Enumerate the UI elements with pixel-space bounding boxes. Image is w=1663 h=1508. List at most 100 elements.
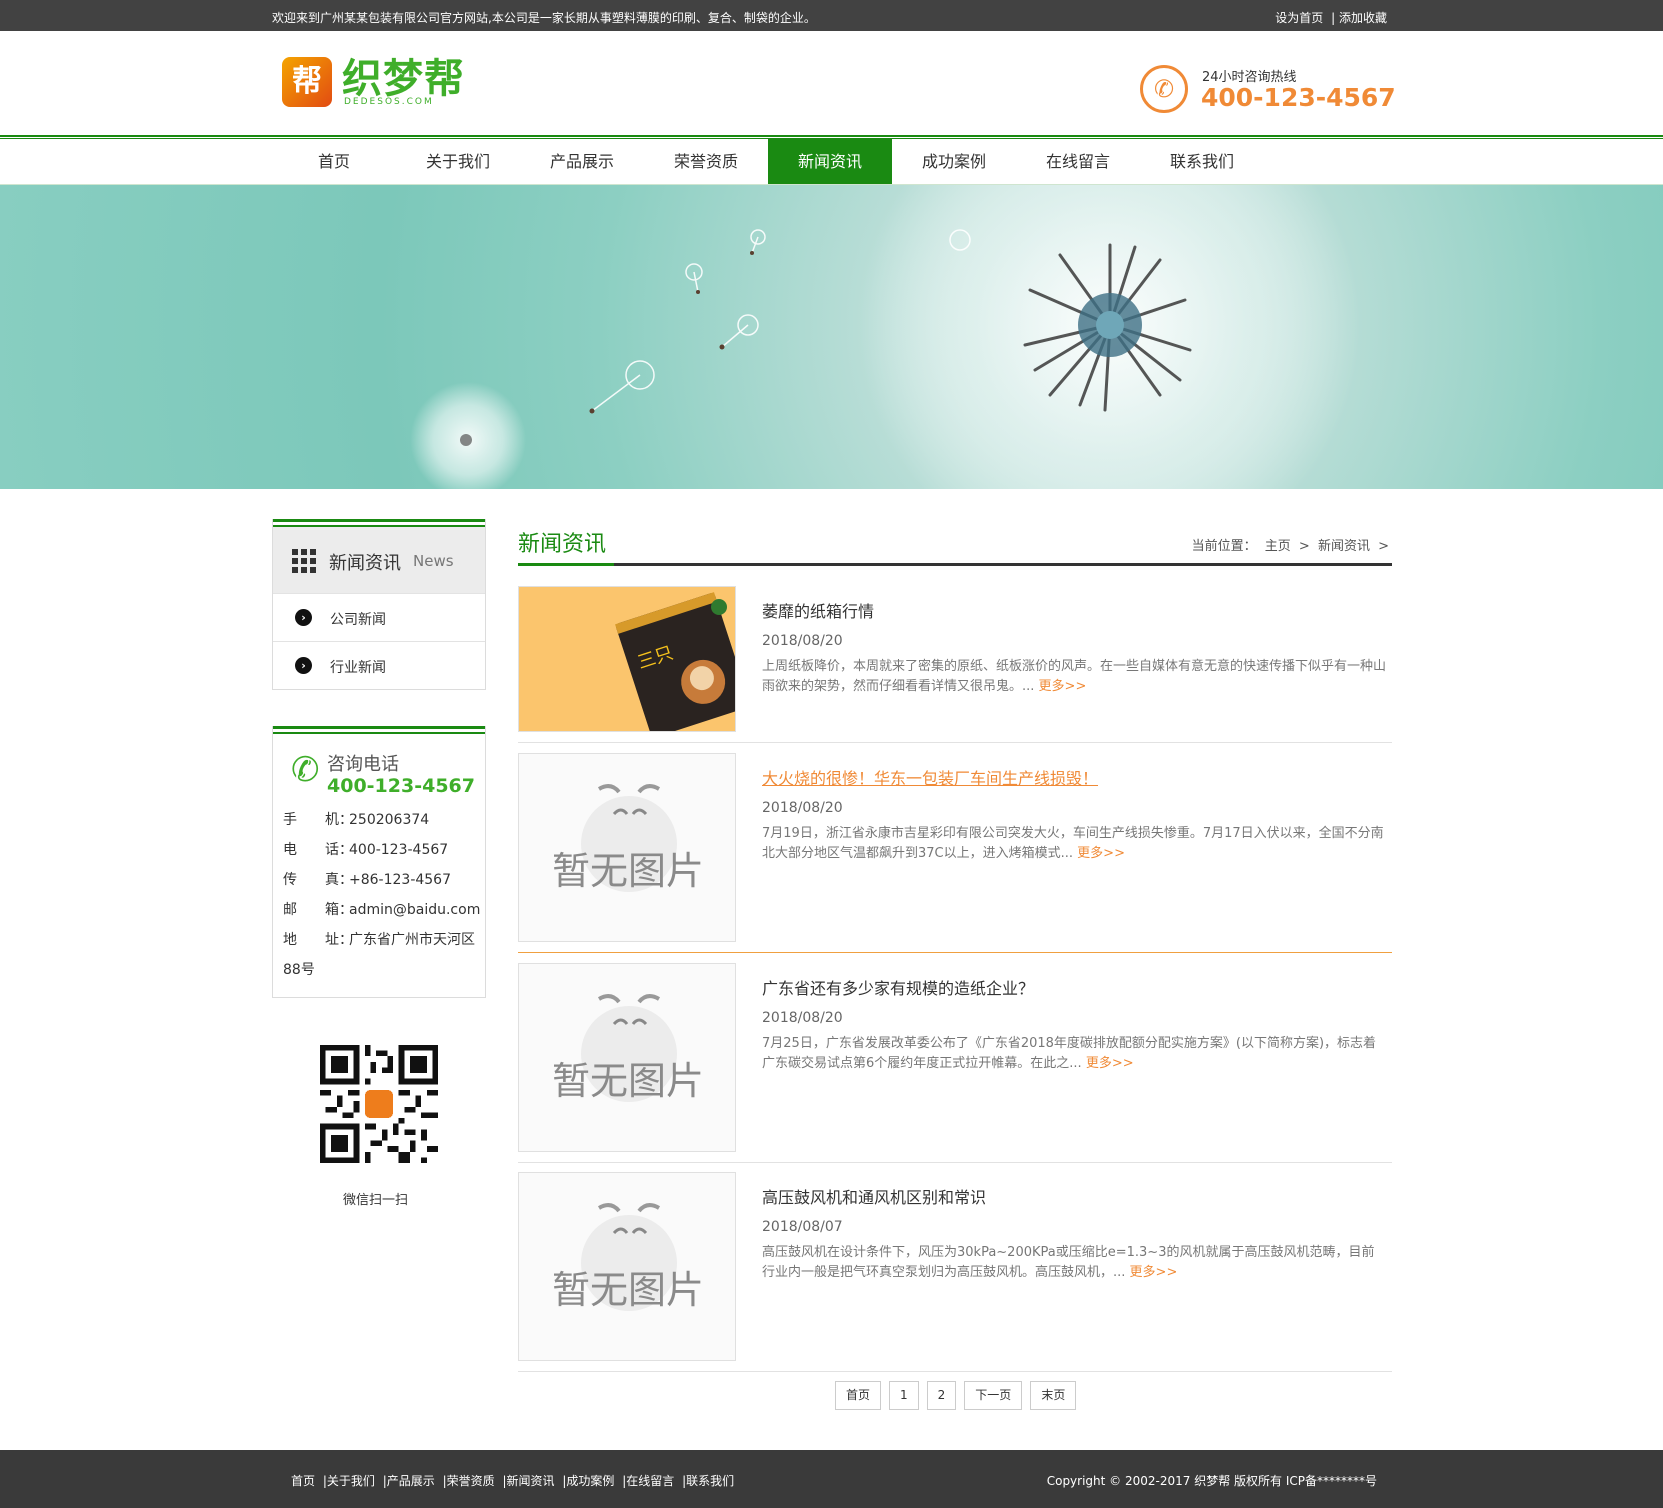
page-2-button[interactable]: 2 <box>926 1381 957 1410</box>
nav-item-cases[interactable]: 成功案例 <box>892 139 1016 185</box>
footer-link-cases[interactable]: |成功案例 <box>562 1474 614 1488</box>
news-more-link[interactable]: 更多>> <box>1086 1056 1134 1071</box>
top-links-separator: | <box>1331 11 1336 25</box>
page-first-button[interactable]: 首页 <box>835 1381 882 1410</box>
news-summary: 上周纸板降价，本周就来了密集的原纸、纸板涨价的风声。在一些自媒体有意无意的快速传… <box>762 659 1387 694</box>
contact-title: 咨询电话 <box>327 754 399 775</box>
news-title[interactable]: 广东省还有多少家有规模的造纸企业？ <box>762 975 1034 999</box>
news-date: 2018/08/20 <box>762 633 843 649</box>
news-date: 2018/08/20 <box>762 800 843 816</box>
contact-box: ✆ 咨询电话 400-123-4567 手 机：250206374 电 话：40… <box>272 726 486 998</box>
nav-top-border <box>0 135 1663 137</box>
pagination: 首页 1 2 下一页 末页 <box>835 1381 1084 1410</box>
hero-banner <box>0 185 1663 489</box>
footer-links: 首页 |关于我们 |产品展示 |荣誉资质 |新闻资讯 |成功案例 |在线留言 |… <box>291 1472 738 1489</box>
page-title: 新闻资讯 <box>518 532 607 557</box>
phone-icon: ✆ <box>291 750 320 790</box>
news-summary: 7月19日，浙江省永康市吉星彩印有限公司突发大火，车间生产线损失惨重。7月17日… <box>762 826 1384 861</box>
sidebar-item-label: 公司新闻 <box>330 612 386 628</box>
grid-icon <box>292 549 316 573</box>
news-item: 暂无图片 大火烧的很惨！华东一包装厂车间生产线损毁！ 2018/08/20 7月… <box>518 753 1392 953</box>
svg-text:暂无图片: 暂无图片 <box>552 1059 704 1103</box>
contact-number: 400-123-4567 <box>327 775 475 797</box>
phone-icon: ✆ <box>1140 65 1188 113</box>
svg-text:暂无图片: 暂无图片 <box>552 849 704 893</box>
footer-link-home[interactable]: 首页 <box>291 1474 315 1488</box>
nav-item-honors[interactable]: 荣誉资质 <box>644 139 768 185</box>
breadcrumb-news[interactable]: 新闻资讯 <box>1318 539 1370 554</box>
snack-package-image: 三只 <box>519 587 735 731</box>
page-1-button[interactable]: 1 <box>889 1381 919 1410</box>
title-underline <box>518 563 1392 566</box>
news-more-link[interactable]: 更多>> <box>1039 679 1087 694</box>
qr-caption: 微信扫一扫 <box>343 1193 409 1208</box>
category-box-top-border <box>273 519 485 527</box>
no-image-placeholder: 暂无图片 <box>519 1173 735 1360</box>
breadcrumb-separator: > <box>1298 539 1310 554</box>
breadcrumb-home[interactable]: 主页 <box>1265 539 1291 554</box>
footer-link-news[interactable]: |新闻资讯 <box>502 1474 554 1488</box>
news-title[interactable]: 萎靡的纸箱行情 <box>762 598 874 622</box>
contact-header: ✆ 咨询电话 400-123-4567 <box>273 734 485 809</box>
news-category-box: 新闻资讯 News › 公司新闻 › 行业新闻 <box>272 519 486 690</box>
set-home-link[interactable]: 设为首页 <box>1275 11 1323 25</box>
news-thumbnail-placeholder[interactable]: 暂无图片 <box>518 1172 736 1361</box>
nav-item-news[interactable]: 新闻资讯 <box>768 139 892 185</box>
news-thumbnail[interactable]: 三只 <box>518 586 736 732</box>
news-date: 2018/08/20 <box>762 1010 843 1026</box>
wechat-qr-code <box>320 1045 438 1163</box>
top-links: 设为首页 | 添加收藏 <box>1275 9 1387 26</box>
svg-text:暂无图片: 暂无图片 <box>552 1268 704 1312</box>
nav-item-contact[interactable]: 联系我们 <box>1140 139 1264 185</box>
top-bar: 欢迎来到广州某某包装有限公司官方网站,本公司是一家长期从事塑料薄膜的印刷、复合、… <box>0 0 1663 31</box>
news-title[interactable]: 大火烧的很惨！华东一包装厂车间生产线损毁！ <box>762 765 1098 789</box>
news-thumbnail-placeholder[interactable]: 暂无图片 <box>518 753 736 942</box>
breadcrumb-label: 当前位置： <box>1191 539 1257 554</box>
news-summary: 7月25日，广东省发展改革委公布了《广东省2018年度碳排放配额分配实施方案》(… <box>762 1036 1377 1071</box>
contact-address: 地 址：广东省广州市天河区 <box>283 932 475 948</box>
chevron-right-icon: › <box>295 657 312 674</box>
contact-address-cont: 88号 <box>283 962 315 978</box>
news-summary: 高压鼓风机在设计条件下，风压为30kPa~200KPa或压缩比e=1.3~3的风… <box>762 1245 1375 1280</box>
no-image-placeholder: 暂无图片 <box>519 754 735 941</box>
hotline: ✆ 24小时咨询热线 400-123-4567 <box>1140 63 1396 115</box>
category-title: 新闻资讯 <box>329 553 401 574</box>
news-item: 三只 萎靡的纸箱行情 2018/08/20 上周纸板降价，本周就来了密集的原纸、… <box>518 586 1392 743</box>
footer-link-products[interactable]: |产品展示 <box>383 1474 435 1488</box>
breadcrumb-separator: > <box>1378 539 1389 554</box>
add-favorite-link[interactable]: 添加收藏 <box>1339 11 1387 25</box>
logo-mark: 帮 <box>282 57 332 107</box>
sidebar-item-company-news[interactable]: › 公司新闻 <box>273 593 485 641</box>
page-last-button[interactable]: 末页 <box>1030 1381 1077 1410</box>
footer-link-honors[interactable]: |荣誉资质 <box>443 1474 495 1488</box>
breadcrumb: 当前位置： 主页 > 新闻资讯 > <box>1192 535 1389 554</box>
logo-subtext: DEDESOS.COM <box>344 97 434 107</box>
footer-link-contact[interactable]: |联系我们 <box>682 1474 734 1488</box>
welcome-text: 欢迎来到广州某某包装有限公司官方网站,本公司是一家长期从事塑料薄膜的印刷、复合、… <box>272 11 816 25</box>
category-header: 新闻资讯 News <box>273 527 485 593</box>
site-logo[interactable]: 帮 织梦帮 DEDESOS.COM <box>282 57 464 107</box>
contact-phone: 电 话：400-123-4567 <box>283 842 449 858</box>
nav-item-home[interactable]: 首页 <box>272 139 396 185</box>
page-next-button[interactable]: 下一页 <box>964 1381 1023 1410</box>
news-more-link[interactable]: 更多>> <box>1077 846 1125 861</box>
footer-link-message[interactable]: |在线留言 <box>622 1474 674 1488</box>
news-date: 2018/08/07 <box>762 1219 843 1235</box>
sidebar-item-label: 行业新闻 <box>330 660 386 676</box>
footer-link-about[interactable]: |关于我们 <box>323 1474 375 1488</box>
copyright: Copyright © 2002-2017 织梦帮 版权所有 ICP备*****… <box>1046 1474 1377 1488</box>
nav-item-products[interactable]: 产品展示 <box>520 139 644 185</box>
news-item: 暂无图片 高压鼓风机和通风机区别和常识 2018/08/07 高压鼓风机在设计条… <box>518 1172 1392 1372</box>
news-thumbnail-placeholder[interactable]: 暂无图片 <box>518 963 736 1152</box>
category-title-en: News <box>413 552 454 570</box>
hotline-number: 400-123-4567 <box>1201 83 1396 112</box>
sidebar-item-industry-news[interactable]: › 行业新闻 <box>273 641 485 689</box>
nav-item-message[interactable]: 在线留言 <box>1016 139 1140 185</box>
news-more-link[interactable]: 更多>> <box>1130 1265 1178 1280</box>
footer: 首页 |关于我们 |产品展示 |荣誉资质 |新闻资讯 |成功案例 |在线留言 |… <box>0 1450 1663 1508</box>
news-title[interactable]: 高压鼓风机和通风机区别和常识 <box>762 1184 986 1208</box>
contact-fax: 传 真：+86-123-4567 <box>283 872 451 888</box>
news-item: 暂无图片 广东省还有多少家有规模的造纸企业？ 2018/08/20 7月25日，… <box>518 963 1392 1163</box>
nav-item-about[interactable]: 关于我们 <box>396 139 520 185</box>
contact-mobile: 手 机：250206374 <box>283 812 430 828</box>
